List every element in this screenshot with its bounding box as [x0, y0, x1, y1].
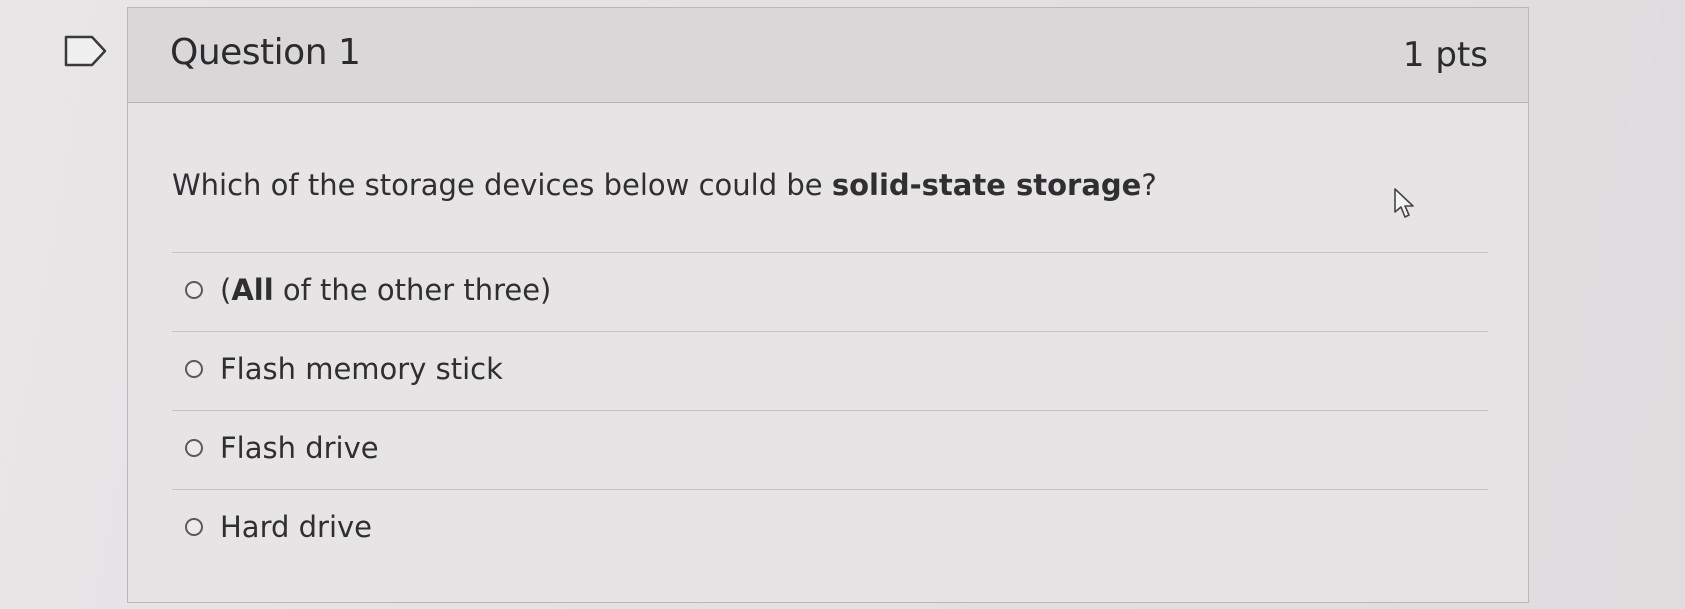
answer-label: (All of the other three) — [220, 273, 551, 307]
answer-label-prefix: ( — [220, 273, 232, 307]
question-prompt-suffix: ? — [1141, 168, 1157, 202]
radio-button-icon[interactable] — [185, 360, 203, 378]
question-prompt-prefix: Which of the storage devices below could… — [172, 168, 832, 202]
flag-question-icon[interactable] — [64, 35, 108, 67]
answer-option-flash-memory-stick[interactable]: Flash memory stick — [172, 331, 1488, 410]
answer-option-flash-drive[interactable]: Flash drive — [172, 410, 1488, 489]
question-title: Question 1 — [170, 32, 361, 73]
question-prompt: Which of the storage devices below could… — [172, 168, 1157, 202]
answer-label-suffix: of the other three) — [273, 273, 552, 307]
quiz-page: Question 1 1 pts Which of the storage de… — [0, 0, 1685, 609]
mouse-pointer-icon — [1394, 188, 1414, 218]
question-card: Question 1 1 pts Which of the storage de… — [127, 7, 1529, 603]
answer-label: Flash drive — [220, 431, 379, 465]
answer-list: (All of the other three) Flash memory st… — [172, 252, 1488, 568]
radio-button-icon[interactable] — [185, 518, 203, 536]
radio-button-icon[interactable] — [185, 281, 203, 299]
answer-option-all-of-the-other-three[interactable]: (All of the other three) — [172, 252, 1488, 331]
question-prompt-emphasis: solid-state storage — [831, 168, 1142, 202]
radio-button-icon[interactable] — [185, 439, 203, 457]
question-points: 1 pts — [1402, 35, 1488, 75]
answer-label-emphasis: All — [231, 273, 274, 307]
question-header: Question 1 1 pts — [128, 8, 1528, 103]
answer-label: Hard drive — [220, 510, 373, 544]
answer-option-hard-drive[interactable]: Hard drive — [172, 489, 1488, 568]
answer-label: Flash memory stick — [220, 352, 503, 386]
